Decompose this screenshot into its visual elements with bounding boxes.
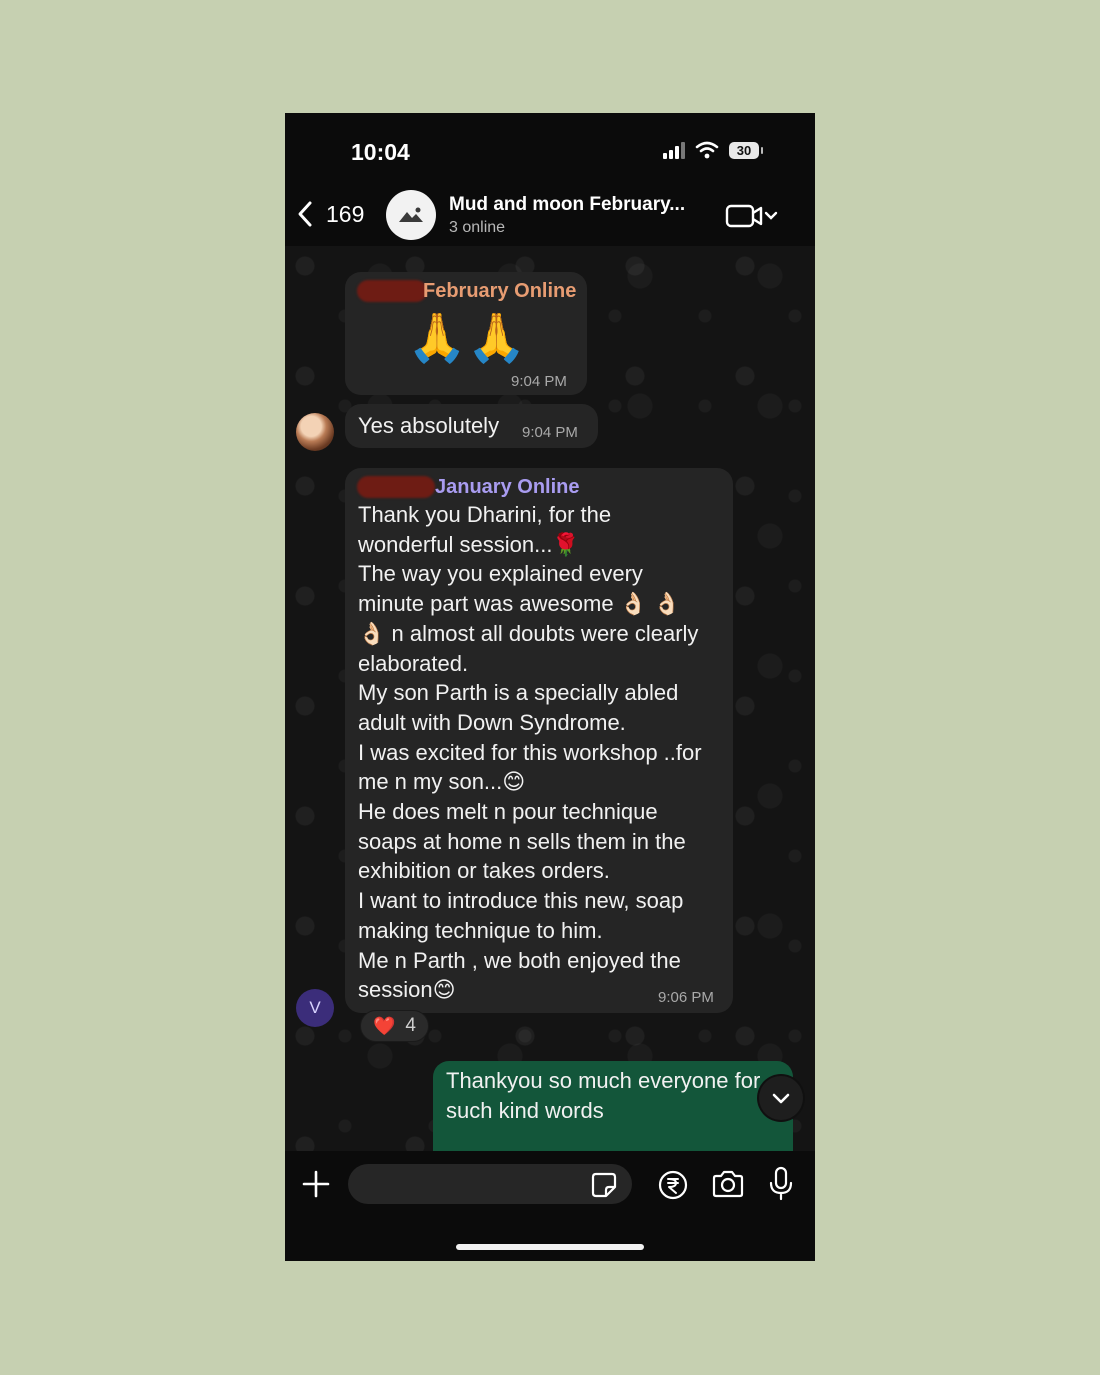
message-line: adult with Down Syndrome. [358, 709, 626, 735]
cellular-signal-icon [663, 141, 685, 159]
reaction-badge[interactable]: ❤️ 4 [360, 1010, 429, 1042]
message-line: The way you explained every [358, 561, 643, 587]
message-text: Yes absolutely [358, 413, 500, 438]
camera-icon[interactable] [711, 1169, 745, 1199]
reaction-count: 4 [405, 1015, 416, 1036]
chevron-down-icon [772, 1093, 790, 1104]
composer-bar [285, 1151, 815, 1261]
microphone-icon[interactable] [768, 1166, 794, 1202]
status-time: 10:04 [351, 139, 410, 165]
sender-name: February Online [423, 280, 577, 302]
message-bubble[interactable]: January Online Thank you Dharini, for th… [345, 468, 733, 1013]
message-line: me n my son...😊 [358, 769, 526, 795]
message-line: soaps at home n sells them in the [358, 828, 686, 854]
heart-icon: ❤️ [373, 1015, 396, 1037]
message-line: He does melt n pour technique [358, 799, 658, 824]
phone-screen: 10:04 30 169 Mud and moon February... 3 … [285, 113, 815, 1261]
group-image-icon [399, 207, 423, 222]
message-text: Thankyou so much everyone for [446, 1068, 761, 1093]
online-status: 3 online [449, 219, 506, 236]
message-line: My son Parth is a specially abled [358, 680, 679, 706]
plus-icon[interactable] [301, 1169, 331, 1199]
chat-header: 169 Mud and moon February... 3 online [285, 183, 815, 246]
message-line: wonderful session...🌹 [358, 531, 580, 557]
battery-icon: 30 [729, 141, 763, 159]
message-line: elaborated. [358, 650, 469, 676]
message-line: I was excited for this workshop ..for [358, 739, 702, 765]
avatar[interactable] [296, 413, 334, 451]
message-line: session😊 [358, 977, 456, 1003]
message-line: 👌🏻 n almost all doubts were clearly [358, 620, 699, 646]
unread-count[interactable]: 169 [326, 201, 364, 228]
message-line: minute part was awesome 👌🏻 👌🏻 [358, 591, 681, 617]
avatar[interactable]: V [296, 989, 334, 1027]
message-bubble[interactable]: Yes absolutely 9:04 PM [345, 404, 598, 448]
group-avatar[interactable] [386, 190, 436, 240]
group-title[interactable]: Mud and moon February... [449, 194, 685, 216]
sender-name: January Online [435, 476, 580, 498]
video-call-icon[interactable] [725, 203, 781, 229]
message-time: 9:06 PM [658, 989, 714, 1006]
sticker-icon[interactable] [590, 1171, 618, 1199]
message-text: such kind words [446, 1098, 604, 1123]
outgoing-message-bubble[interactable]: Thankyou so much everyone for such kind … [433, 1061, 793, 1156]
back-chevron-icon[interactable] [295, 199, 315, 229]
message-line: Thank you Dharini, for the [358, 502, 612, 527]
home-indicator [456, 1244, 644, 1250]
chat-area[interactable]: February Online 🙏🙏 9:04 PM Yes absolutel… [285, 246, 815, 1156]
rupee-payment-icon[interactable] [657, 1169, 689, 1201]
message-line: exhibition or takes orders. [358, 858, 610, 884]
scroll-to-bottom-button[interactable] [759, 1076, 803, 1120]
wifi-icon [695, 141, 719, 159]
message-time: 9:04 PM [522, 424, 578, 441]
status-icons: 30 [663, 141, 763, 159]
message-line: I want to introduce this new, soap [358, 888, 684, 914]
message-text: 🙏🙏 [407, 310, 527, 366]
message-bubble[interactable]: February Online 🙏🙏 9:04 PM [345, 272, 587, 395]
message-line: making technique to him. [358, 917, 603, 943]
redacted-name [357, 476, 435, 498]
redacted-name [357, 280, 427, 302]
message-time: 9:04 PM [511, 373, 567, 390]
message-line: Me n Parth , we both enjoyed the [358, 947, 681, 973]
